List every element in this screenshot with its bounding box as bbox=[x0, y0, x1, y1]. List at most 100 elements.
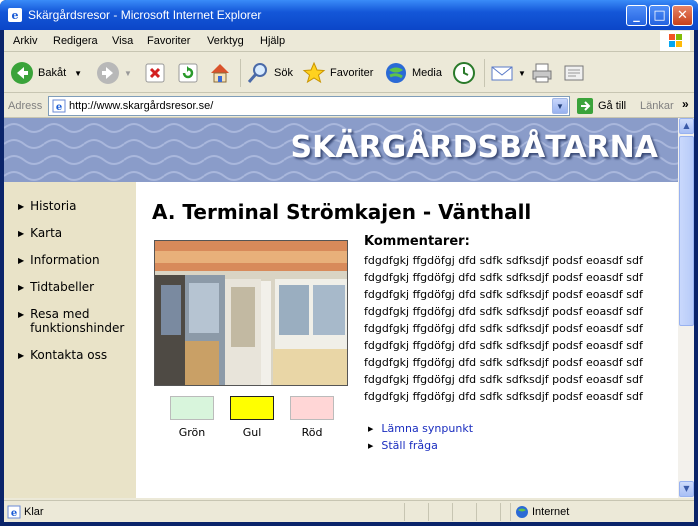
links-label[interactable]: Länkar bbox=[640, 100, 674, 112]
address-url: http://www.skargårdsresor.se/ bbox=[69, 100, 214, 112]
close-button[interactable]: ✕ bbox=[672, 5, 693, 26]
arrow-right-icon: ▶ bbox=[368, 442, 374, 450]
back-dropdown-icon[interactable]: ▼ bbox=[74, 69, 82, 78]
forward-dropdown-icon[interactable]: ▼ bbox=[124, 69, 132, 78]
arrow-right-icon: ▶ bbox=[18, 283, 25, 292]
media-button[interactable]: Media bbox=[384, 58, 442, 88]
browser-window: e Skärgårdsresor - Microsoft Internet Ex… bbox=[0, 0, 698, 526]
mail-dropdown-icon[interactable]: ▼ bbox=[518, 69, 526, 78]
page-status-icon: e bbox=[7, 505, 21, 519]
stop-button[interactable] bbox=[144, 58, 166, 88]
page-heading: A. Terminal Strömkajen - Vänthall bbox=[152, 200, 532, 224]
comment-line: fdgdfgkj ffgdöfgj dfd sdfk sdfksdjf pods… bbox=[364, 356, 643, 369]
comments-title: Kommentarer: bbox=[364, 234, 470, 249]
title-bar: e Skärgårdsresor - Microsoft Internet Ex… bbox=[0, 0, 698, 30]
comment-line: fdgdfgkj ffgdöfgj dfd sdfk sdfksdjf pods… bbox=[364, 288, 643, 301]
status-text: Klar bbox=[24, 506, 44, 518]
scroll-up-icon[interactable]: ▲ bbox=[679, 118, 694, 134]
color-swatch-gron[interactable] bbox=[170, 396, 214, 420]
maximize-button[interactable]: □ bbox=[649, 5, 670, 26]
scroll-thumb[interactable] bbox=[679, 136, 694, 326]
chevron-right-icon[interactable]: » bbox=[682, 97, 689, 111]
sidebar-nav: ▶ Historia ▶ Karta ▶ Information ▶ Tidtabell… bbox=[4, 182, 136, 498]
windows-logo-icon bbox=[660, 31, 690, 51]
address-input[interactable]: e http://www.skargårdsresor.se/ ▼ bbox=[48, 96, 570, 116]
search-button[interactable]: Sök bbox=[246, 58, 293, 88]
page-viewport: SKÄRGÅRDSBÅTARNA ▶ Historia ▶ Karta ▶ Infor… bbox=[4, 118, 678, 498]
nav-item-historia[interactable]: ▶ Historia bbox=[18, 199, 76, 214]
link-lamna-synpunkt[interactable]: ▶ Lämna synpunkt bbox=[368, 422, 473, 437]
menu-verktyg[interactable]: Verktyg bbox=[207, 35, 244, 47]
menu-hjalp[interactable]: Hjälp bbox=[260, 35, 285, 47]
comment-line: fdgdfgkj ffgdöfgj dfd sdfk sdfksdjf pods… bbox=[364, 373, 643, 386]
arrow-right-icon: ▶ bbox=[18, 256, 25, 265]
mail-button[interactable]: ▼ bbox=[490, 58, 526, 88]
ie-icon: e bbox=[8, 8, 22, 22]
status-pane-divider bbox=[476, 503, 477, 521]
swatch-label-gul: Gul bbox=[242, 426, 262, 439]
window-title: Skärgårdsresor - Microsoft Internet Expl… bbox=[28, 8, 262, 22]
browser-frame: Arkiv Redigera Visa Favoriter Verktyg Hj… bbox=[4, 30, 694, 522]
menu-bar: Arkiv Redigera Visa Favoriter Verktyg Hj… bbox=[4, 30, 694, 52]
home-icon bbox=[211, 64, 229, 83]
nav-item-kontakta-oss[interactable]: ▶ Kontakta oss bbox=[18, 348, 107, 363]
refresh-icon bbox=[178, 63, 198, 83]
edit-icon bbox=[564, 65, 584, 81]
svg-text:e: e bbox=[12, 9, 19, 22]
arrow-right-icon: ▶ bbox=[18, 351, 25, 360]
swatch-label-rod: Röd bbox=[301, 426, 323, 439]
status-pane-divider bbox=[428, 503, 429, 521]
favorites-button[interactable]: Favoriter bbox=[302, 58, 373, 88]
favorites-label: Favoriter bbox=[330, 67, 374, 79]
status-bar: e Klar Internet bbox=[4, 500, 694, 522]
media-label: Media bbox=[412, 67, 442, 79]
security-zone: Internet bbox=[532, 506, 570, 518]
address-dropdown-icon[interactable]: ▼ bbox=[552, 98, 568, 114]
scroll-down-icon[interactable]: ▼ bbox=[679, 481, 694, 497]
forward-button[interactable]: ▼ bbox=[96, 58, 132, 88]
site-title: SKÄRGÅRDSBÅTARNA bbox=[290, 130, 659, 165]
svg-text:e: e bbox=[56, 102, 62, 113]
color-swatch-gul[interactable] bbox=[230, 396, 274, 420]
stop-icon bbox=[145, 63, 165, 83]
menu-favoriter[interactable]: Favoriter bbox=[147, 35, 190, 47]
home-button[interactable] bbox=[208, 58, 232, 88]
menu-visa[interactable]: Visa bbox=[112, 35, 133, 47]
go-arrow-icon bbox=[577, 98, 593, 114]
history-button[interactable] bbox=[452, 58, 476, 88]
nav-item-tidtabeller[interactable]: ▶ Tidtabeller bbox=[18, 280, 94, 295]
back-button[interactable]: Bakåt ▼ bbox=[10, 58, 82, 88]
color-swatch-rod[interactable] bbox=[290, 396, 334, 420]
status-pane-divider bbox=[500, 503, 501, 521]
back-arrow-icon bbox=[11, 62, 33, 84]
page-icon: e bbox=[52, 99, 66, 113]
svg-text:e: e bbox=[11, 508, 17, 519]
comment-line: fdgdfgkj ffgdöfgj dfd sdfk sdfksdjf pods… bbox=[364, 390, 643, 403]
nav-item-resa-med-funktionshinder[interactable]: ▶ Resa med funktionshinder bbox=[18, 307, 130, 335]
arrow-right-icon: ▶ bbox=[368, 425, 374, 433]
forward-arrow-icon bbox=[97, 62, 119, 84]
mail-icon bbox=[491, 66, 513, 81]
menu-redigera[interactable]: Redigera bbox=[53, 35, 98, 47]
comment-line: fdgdfgkj ffgdöfgj dfd sdfk sdfksdjf pods… bbox=[364, 254, 643, 267]
arrow-right-icon: ▶ bbox=[18, 310, 25, 319]
printer-icon bbox=[532, 63, 552, 83]
status-pane-divider bbox=[404, 503, 405, 521]
terminal-photo bbox=[154, 240, 348, 386]
status-pane-divider bbox=[452, 503, 453, 521]
search-label: Sök bbox=[274, 67, 293, 79]
vertical-scrollbar[interactable]: ▲ ▼ bbox=[678, 118, 694, 498]
nav-item-karta[interactable]: ▶ Karta bbox=[18, 226, 62, 241]
link-stall-fraga[interactable]: ▶ Ställ fråga bbox=[368, 439, 438, 454]
refresh-button[interactable] bbox=[177, 58, 199, 88]
edit-button[interactable] bbox=[562, 58, 586, 88]
comment-line: fdgdfgkj ffgdöfgj dfd sdfk sdfksdjf pods… bbox=[364, 322, 643, 335]
minimize-button[interactable]: _ bbox=[626, 5, 647, 26]
go-button[interactable]: Gå till bbox=[576, 97, 626, 115]
comment-line: fdgdfgkj ffgdöfgj dfd sdfk sdfksdjf pods… bbox=[364, 271, 643, 284]
nav-item-information[interactable]: ▶ Information bbox=[18, 253, 100, 268]
arrow-right-icon: ▶ bbox=[18, 229, 25, 238]
print-button[interactable] bbox=[530, 58, 554, 88]
arrow-right-icon: ▶ bbox=[18, 202, 25, 211]
menu-arkiv[interactable]: Arkiv bbox=[13, 35, 37, 47]
